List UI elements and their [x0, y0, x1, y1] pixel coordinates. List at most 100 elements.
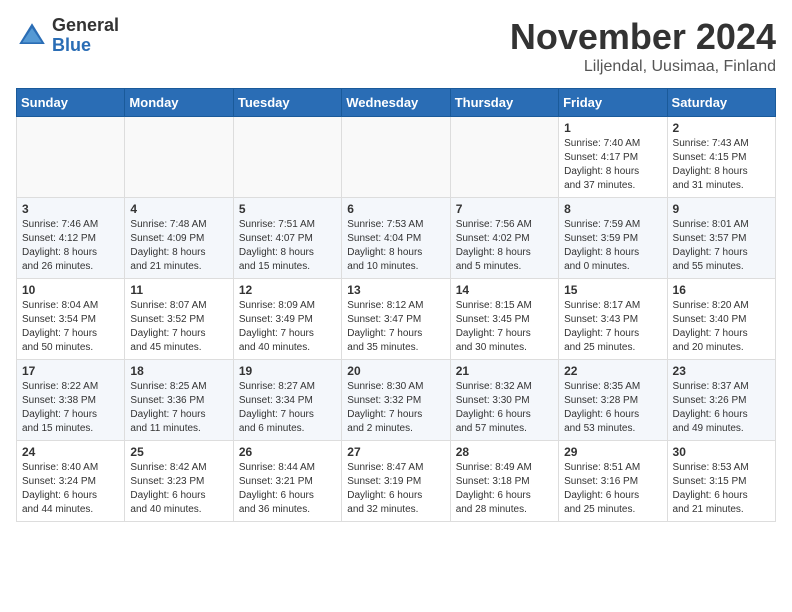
day-number: 12	[239, 283, 336, 297]
day-number: 4	[130, 202, 227, 216]
day-number: 17	[22, 364, 119, 378]
calendar-cell: 25 Sunrise: 8:42 AM Sunset: 3:23 PM Dayli…	[125, 441, 233, 522]
calendar-cell: 10 Sunrise: 8:04 AM Sunset: 3:54 PM Dayli…	[17, 279, 125, 360]
calendar-cell: 20Sunrise: 8:30 AM Sunset: 3:32 PM Dayli…	[342, 360, 450, 441]
day-info: Sunrise: 8:07 AM Sunset: 3:52 PM Dayligh…	[130, 299, 227, 355]
calendar-cell: 14 Sunrise: 8:15 AM Sunset: 3:45 PM Dayli…	[450, 279, 558, 360]
day-info: Sunrise: 8:42 AM Sunset: 3:23 PM Dayligh…	[130, 461, 227, 517]
day-number: 24	[22, 445, 119, 459]
day-number: 23	[673, 364, 770, 378]
calendar-cell: 13Sunrise: 8:12 AM Sunset: 3:47 PM Dayli…	[342, 279, 450, 360]
calendar-cell: 5 Sunrise: 7:51 AM Sunset: 4:07 PM Daylig…	[233, 198, 341, 279]
calendar-cell: 4 Sunrise: 7:48 AM Sunset: 4:09 PM Daylig…	[125, 198, 233, 279]
calendar-cell: 18Sunrise: 8:25 AM Sunset: 3:36 PM Dayli…	[125, 360, 233, 441]
calendar-cell: 22Sunrise: 8:35 AM Sunset: 3:28 PM Dayli…	[559, 360, 667, 441]
day-info: Sunrise: 8:09 AM Sunset: 3:49 PM Dayligh…	[239, 299, 336, 355]
calendar-week-row: 17 Sunrise: 8:22 AM Sunset: 3:38 PM Dayli…	[17, 360, 776, 441]
weekday-header: Tuesday	[233, 89, 341, 117]
day-number: 14	[456, 283, 553, 297]
day-number: 29	[564, 445, 661, 459]
calendar-cell	[125, 117, 233, 198]
day-info: Sunrise: 8:01 AM Sunset: 3:57 PM Dayligh…	[673, 218, 770, 274]
weekday-header-row: SundayMondayTuesdayWednesdayThursdayFrid…	[17, 89, 776, 117]
day-number: 10	[22, 283, 119, 297]
calendar-cell	[233, 117, 341, 198]
calendar-cell: 2 Sunrise: 7:43 AM Sunset: 4:15 PM Daylig…	[667, 117, 775, 198]
day-number: 15	[564, 283, 661, 297]
day-info: Sunrise: 8:20 AM Sunset: 3:40 PM Dayligh…	[673, 299, 770, 355]
calendar-week-row: 10 Sunrise: 8:04 AM Sunset: 3:54 PM Dayli…	[17, 279, 776, 360]
day-number: 6	[347, 202, 444, 216]
calendar-week-row: 24Sunrise: 8:40 AM Sunset: 3:24 PM Dayli…	[17, 441, 776, 522]
day-number: 11	[130, 283, 227, 297]
calendar-cell: 9 Sunrise: 8:01 AM Sunset: 3:57 PM Daylig…	[667, 198, 775, 279]
weekday-header: Saturday	[667, 89, 775, 117]
day-number: 2	[673, 121, 770, 135]
day-number: 20	[347, 364, 444, 378]
month-title: November 2024	[510, 16, 776, 58]
weekday-header: Monday	[125, 89, 233, 117]
day-info: Sunrise: 8:53 AM Sunset: 3:15 PM Dayligh…	[673, 461, 770, 517]
day-number: 27	[347, 445, 444, 459]
title-area: November 2024 Liljendal, Uusimaa, Finlan…	[510, 16, 776, 76]
day-info: Sunrise: 8:44 AM Sunset: 3:21 PM Dayligh…	[239, 461, 336, 517]
day-info: Sunrise: 7:48 AM Sunset: 4:09 PM Dayligh…	[130, 218, 227, 274]
day-info: Sunrise: 7:43 AM Sunset: 4:15 PM Dayligh…	[673, 137, 770, 193]
calendar-cell: 26 Sunrise: 8:44 AM Sunset: 3:21 PM Dayli…	[233, 441, 341, 522]
calendar-cell: 12 Sunrise: 8:09 AM Sunset: 3:49 PM Dayli…	[233, 279, 341, 360]
day-number: 3	[22, 202, 119, 216]
calendar-cell	[342, 117, 450, 198]
calendar-cell: 17 Sunrise: 8:22 AM Sunset: 3:38 PM Dayli…	[17, 360, 125, 441]
calendar-cell: 11 Sunrise: 8:07 AM Sunset: 3:52 PM Dayli…	[125, 279, 233, 360]
calendar-week-row: 1Sunrise: 7:40 AM Sunset: 4:17 PM Daylig…	[17, 117, 776, 198]
day-number: 7	[456, 202, 553, 216]
logo-general-text: General	[52, 16, 119, 36]
day-info: Sunrise: 8:04 AM Sunset: 3:54 PM Dayligh…	[22, 299, 119, 355]
day-info: Sunrise: 8:37 AM Sunset: 3:26 PM Dayligh…	[673, 380, 770, 436]
logo-text: General Blue	[52, 16, 119, 56]
calendar-week-row: 3 Sunrise: 7:46 AM Sunset: 4:12 PM Daylig…	[17, 198, 776, 279]
day-info: Sunrise: 7:59 AM Sunset: 3:59 PM Dayligh…	[564, 218, 661, 274]
calendar-cell: 30 Sunrise: 8:53 AM Sunset: 3:15 PM Dayli…	[667, 441, 775, 522]
logo: General Blue	[16, 16, 119, 56]
weekday-header: Friday	[559, 89, 667, 117]
logo-icon	[16, 20, 48, 52]
calendar-cell: 27 Sunrise: 8:47 AM Sunset: 3:19 PM Dayli…	[342, 441, 450, 522]
day-info: Sunrise: 8:35 AM Sunset: 3:28 PM Dayligh…	[564, 380, 661, 436]
calendar-cell: 24Sunrise: 8:40 AM Sunset: 3:24 PM Dayli…	[17, 441, 125, 522]
weekday-header: Sunday	[17, 89, 125, 117]
day-info: Sunrise: 8:47 AM Sunset: 3:19 PM Dayligh…	[347, 461, 444, 517]
day-info: Sunrise: 8:51 AM Sunset: 3:16 PM Dayligh…	[564, 461, 661, 517]
day-number: 1	[564, 121, 661, 135]
day-number: 21	[456, 364, 553, 378]
calendar-cell: 1Sunrise: 7:40 AM Sunset: 4:17 PM Daylig…	[559, 117, 667, 198]
calendar-cell: 21Sunrise: 8:32 AM Sunset: 3:30 PM Dayli…	[450, 360, 558, 441]
calendar-cell	[450, 117, 558, 198]
day-number: 5	[239, 202, 336, 216]
day-info: Sunrise: 8:15 AM Sunset: 3:45 PM Dayligh…	[456, 299, 553, 355]
calendar-cell: 23 Sunrise: 8:37 AM Sunset: 3:26 PM Dayli…	[667, 360, 775, 441]
calendar-cell	[17, 117, 125, 198]
day-info: Sunrise: 8:22 AM Sunset: 3:38 PM Dayligh…	[22, 380, 119, 436]
day-info: Sunrise: 8:25 AM Sunset: 3:36 PM Dayligh…	[130, 380, 227, 436]
calendar-cell: 6 Sunrise: 7:53 AM Sunset: 4:04 PM Daylig…	[342, 198, 450, 279]
header: General Blue November 2024 Liljendal, Uu…	[16, 16, 776, 76]
day-info: Sunrise: 7:53 AM Sunset: 4:04 PM Dayligh…	[347, 218, 444, 274]
day-info: Sunrise: 8:27 AM Sunset: 3:34 PM Dayligh…	[239, 380, 336, 436]
day-info: Sunrise: 7:46 AM Sunset: 4:12 PM Dayligh…	[22, 218, 119, 274]
calendar-cell: 7 Sunrise: 7:56 AM Sunset: 4:02 PM Daylig…	[450, 198, 558, 279]
day-number: 26	[239, 445, 336, 459]
day-info: Sunrise: 8:49 AM Sunset: 3:18 PM Dayligh…	[456, 461, 553, 517]
calendar-cell: 15Sunrise: 8:17 AM Sunset: 3:43 PM Dayli…	[559, 279, 667, 360]
day-number: 28	[456, 445, 553, 459]
day-info: Sunrise: 7:51 AM Sunset: 4:07 PM Dayligh…	[239, 218, 336, 274]
weekday-header: Wednesday	[342, 89, 450, 117]
day-number: 25	[130, 445, 227, 459]
day-number: 9	[673, 202, 770, 216]
day-info: Sunrise: 7:56 AM Sunset: 4:02 PM Dayligh…	[456, 218, 553, 274]
calendar-cell: 8Sunrise: 7:59 AM Sunset: 3:59 PM Daylig…	[559, 198, 667, 279]
day-info: Sunrise: 8:12 AM Sunset: 3:47 PM Dayligh…	[347, 299, 444, 355]
day-number: 30	[673, 445, 770, 459]
calendar-cell: 29 Sunrise: 8:51 AM Sunset: 3:16 PM Dayli…	[559, 441, 667, 522]
logo-blue-text: Blue	[52, 36, 119, 56]
